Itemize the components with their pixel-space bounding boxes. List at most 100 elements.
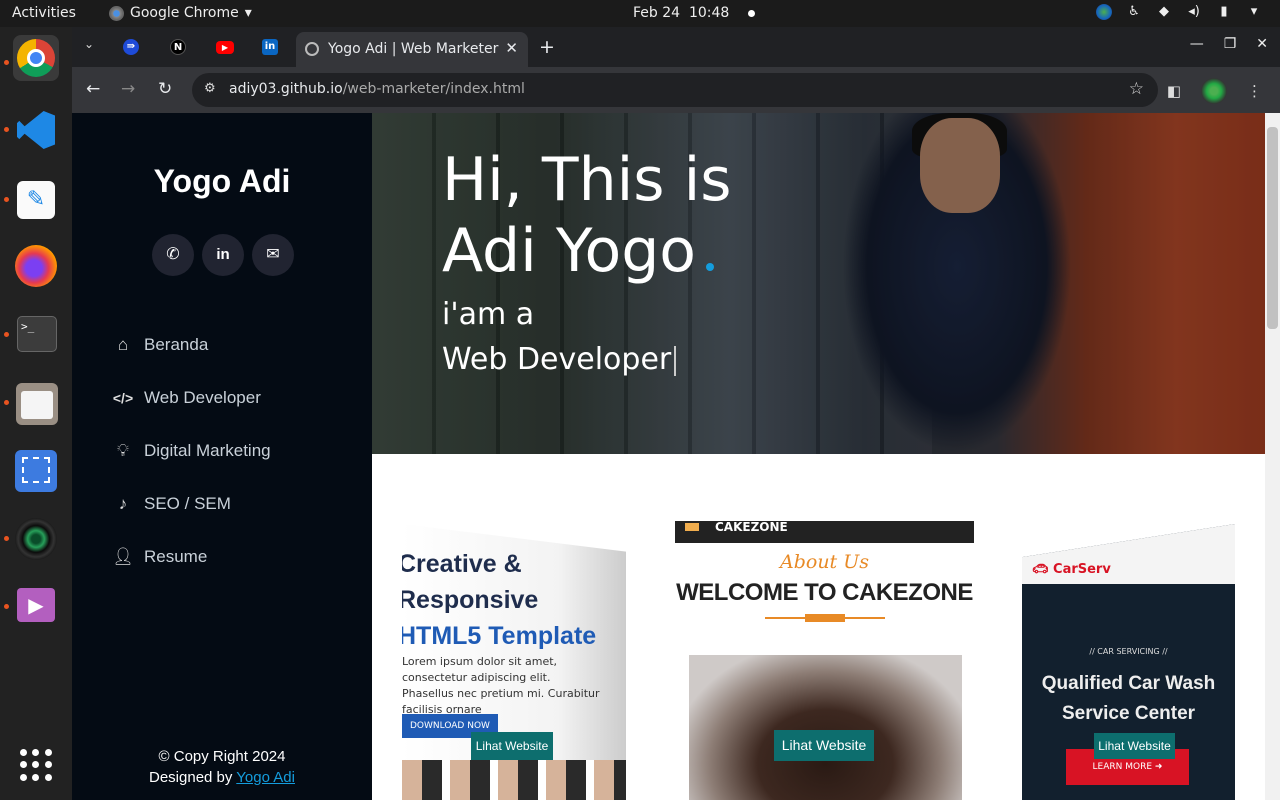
nav-item-label: Resume — [144, 546, 208, 566]
hero-line-1: Hi, This is — [442, 145, 732, 215]
caret-down-icon: ▾ — [244, 5, 252, 21]
youtube-icon[interactable]: ▶ — [216, 41, 234, 54]
battery-icon[interactable]: ▮ — [1216, 4, 1232, 20]
maximize-icon[interactable]: ❐ — [1224, 36, 1237, 52]
files-dock-icon[interactable] — [13, 380, 59, 426]
web-page: Yogo Adi ✆ in ✉ ⌂ Beranda </> Web Develo… — [72, 113, 1265, 800]
new-tab-icon[interactable]: + — [539, 36, 555, 58]
hero-intro: i'am a — [442, 297, 535, 332]
screenshot-dock-icon[interactable] — [13, 448, 59, 494]
code-icon: </> — [112, 389, 134, 406]
url-text[interactable]: adiy03.github.io/web-marketer/index.html — [229, 81, 525, 97]
carserv-headline-2: Service Center — [1061, 703, 1196, 724]
running-indicator — [4, 332, 9, 337]
window-controls: — ❐ ✕ — [1190, 36, 1268, 52]
terminal-dock-icon[interactable]: >_ — [13, 312, 59, 358]
card-heading-line-1: Creative & — [402, 550, 522, 578]
nav-item-label: Digital Marketing — [144, 440, 271, 460]
tab-search-icon[interactable]: ⌄ — [84, 37, 94, 51]
system-tray[interactable]: ♿ ◆ ◂) ▮ ▾ — [1096, 4, 1262, 20]
cakezone-divider — [765, 614, 885, 622]
toolbar-actions: ◧ ⋮ — [1167, 78, 1262, 104]
carserv-headline: Qualified Car Wash Service Center — [1022, 669, 1235, 729]
vscode-dock-icon[interactable] — [13, 107, 59, 153]
back-icon[interactable]: ← — [86, 79, 100, 99]
running-indicator — [4, 127, 9, 132]
linkedin-icon[interactable]: in — [202, 234, 244, 276]
minimize-icon[interactable]: — — [1190, 36, 1204, 52]
user-icon: 👤︎ — [112, 546, 134, 566]
activities-button[interactable]: Activities — [12, 5, 76, 21]
cake-image — [689, 655, 962, 800]
close-tab-icon[interactable]: ✕ — [505, 39, 518, 57]
nav-item-web-developer[interactable]: </> Web Developer — [112, 371, 271, 424]
volume-icon[interactable]: ◂) — [1186, 4, 1202, 20]
lihat-website-button[interactable]: Lihat Website — [774, 730, 874, 761]
pinned-tab-icon[interactable]: ⇛ — [123, 39, 139, 55]
vscode-logo-icon — [17, 111, 55, 149]
nav-item-beranda[interactable]: ⌂ Beranda — [112, 318, 271, 371]
forward-icon[interactable]: → — [121, 79, 135, 99]
site-name[interactable]: Yogo Adi — [72, 163, 372, 200]
bookmark-star-icon[interactable]: ☆ — [1129, 79, 1144, 99]
scrollbar-thumb[interactable] — [1267, 127, 1278, 329]
app-menu-label: Google Chrome — [130, 5, 239, 21]
close-window-icon[interactable]: ✕ — [1256, 36, 1268, 52]
text-editor-dock-icon[interactable]: ✎ — [13, 177, 59, 223]
typed-role: Web Developer — [442, 342, 672, 377]
lightbulb-icon: 💡︎ — [117, 440, 129, 460]
nav-item-seo-sem[interactable]: ♪ SEO / SEM — [112, 477, 271, 530]
running-indicator — [4, 400, 9, 405]
chrome-menu-icon[interactable]: ⋮ — [1247, 82, 1262, 100]
tray-menu-icon[interactable]: ▾ — [1246, 4, 1262, 20]
carserv-brand-label: CarServ — [1053, 562, 1111, 577]
sidebar-nav: ⌂ Beranda </> Web Developer 💡︎ Digital M… — [112, 318, 271, 583]
card-heading-line-3: HTML5 Template — [402, 622, 597, 650]
designed-by-label: Designed by — [149, 769, 233, 786]
clock[interactable]: Feb 24 10:48 — [633, 5, 755, 21]
footer: © Copy Right 2024 Designed by Yogo Adi — [72, 746, 372, 788]
hero-line-2: Adi Yogo — [442, 216, 697, 286]
color-picker-icon[interactable] — [1096, 4, 1112, 20]
firefox-logo-icon — [15, 245, 57, 287]
tab-strip: ⌄ ⇛ N ▶ in Yogo Adi | Web Marketer ✕ + —… — [72, 27, 1280, 67]
running-indicator — [4, 60, 9, 65]
address-bar[interactable]: ⚙ adiy03.github.io/web-marketer/index.ht… — [192, 73, 1158, 107]
side-panel-icon[interactable]: ◧ — [1167, 82, 1181, 100]
firefox-dock-icon[interactable] — [13, 243, 59, 289]
tab-active[interactable]: Yogo Adi | Web Marketer ✕ — [296, 32, 528, 67]
chrome-icon — [109, 5, 124, 21]
chrome-dock-icon[interactable] — [13, 35, 59, 81]
app-menu[interactable]: Google Chrome ▾ — [109, 5, 252, 21]
nav-item-resume[interactable]: 👤︎ Resume — [112, 530, 271, 583]
terminal-logo-icon: >_ — [17, 316, 57, 352]
pinned-tab-icon[interactable]: N — [170, 39, 186, 55]
reload-icon[interactable]: ↻ — [158, 79, 172, 99]
lihat-website-button[interactable]: Lihat Website — [1094, 733, 1175, 759]
nav-item-label: Web Developer — [144, 387, 261, 407]
social-links: ✆ in ✉ — [152, 234, 294, 276]
carserv-headline-1: Qualified Car Wash — [1041, 673, 1216, 694]
card-heading: Creative & Responsive HTML5 Template — [402, 546, 596, 654]
linkedin-icon[interactable]: in — [262, 39, 278, 55]
files-logo-icon — [16, 383, 58, 425]
hero-heading: Hi, This is Adi Yogo — [442, 145, 732, 287]
clock-time: 10:48 — [688, 5, 730, 21]
show-apps-icon[interactable] — [20, 749, 52, 781]
lihat-website-button[interactable]: Lihat Website — [471, 732, 553, 760]
cakezone-about: About Us — [780, 551, 869, 573]
camera-dock-icon[interactable] — [13, 516, 59, 562]
email-icon[interactable]: ✉ — [252, 234, 294, 276]
cakezone-logo-icon — [685, 523, 699, 531]
whatsapp-icon[interactable]: ✆ — [152, 234, 194, 276]
video-player-dock-icon[interactable]: ▶ — [13, 584, 59, 630]
accessibility-icon[interactable]: ♿ — [1126, 4, 1142, 20]
profile-avatar[interactable] — [1201, 78, 1227, 104]
nav-item-label: SEO / SEM — [144, 493, 231, 513]
wifi-icon[interactable]: ◆ — [1156, 4, 1172, 20]
card-people-image — [402, 760, 626, 800]
nav-item-digital-marketing[interactable]: 💡︎ Digital Marketing — [112, 424, 271, 477]
author-link[interactable]: Yogo Adi — [236, 769, 295, 786]
site-info-icon[interactable]: ⚙ — [204, 81, 216, 96]
page-scrollbar[interactable] — [1265, 113, 1280, 800]
